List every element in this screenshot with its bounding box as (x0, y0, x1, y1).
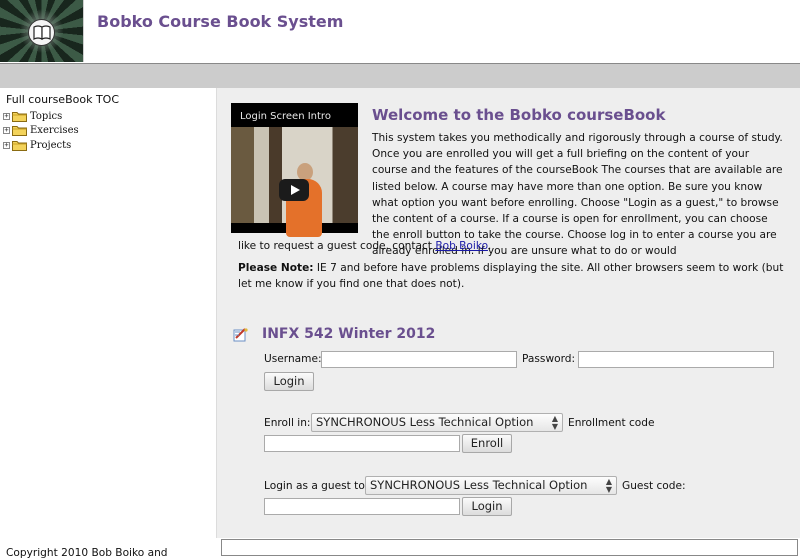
enroll-label: Enroll in: (264, 417, 311, 429)
book-icon (28, 19, 55, 46)
login-button[interactable]: Login (264, 372, 314, 391)
password-input[interactable] (578, 351, 774, 368)
guest-option-value: SYNCHRONOUS Less Technical Option (370, 478, 588, 492)
enroll-button[interactable]: Enroll (462, 434, 512, 453)
username-label: Username: (264, 353, 322, 365)
footer-copyright: Copyright 2010 Bob Boiko and (6, 547, 168, 559)
folder-icon (12, 112, 27, 122)
main-content: Login Screen Intro Welcome to the Bobko … (217, 88, 800, 538)
toc-item-label: Exercises (30, 125, 79, 136)
guest-option-select[interactable]: SYNCHRONOUS Less Technical Option ▲ ▼ (365, 476, 617, 495)
site-logo[interactable] (0, 0, 84, 62)
welcome-text-continued: like to request a guest code. contact Bo… (238, 238, 798, 254)
sidebar-title: Full courseBook TOC (6, 93, 120, 106)
contact-text: like to request a guest code. contact (238, 240, 436, 252)
video-title: Login Screen Intro (240, 111, 331, 122)
folder-icon (12, 126, 27, 136)
toc-item-projects[interactable]: + Projects (3, 139, 71, 152)
guest-login-button[interactable]: Login (462, 497, 512, 516)
intro-video[interactable]: Login Screen Intro (231, 103, 358, 237)
note-label: Please Note: (238, 262, 314, 274)
contact-link[interactable]: Bob Boiko (435, 240, 488, 252)
toc-item-exercises[interactable]: + Exercises (3, 124, 79, 137)
username-input[interactable] (321, 351, 517, 368)
contact-text-end: . (487, 240, 492, 252)
top-nav-bar (0, 63, 800, 89)
expand-icon[interactable]: + (3, 127, 10, 134)
password-label: Password: (522, 353, 576, 365)
guest-label: Login as a guest to: (264, 480, 369, 492)
expand-icon[interactable]: + (3, 113, 10, 120)
enrollment-code-input[interactable] (264, 435, 460, 452)
note-text: IE 7 and before have problems displaying… (238, 262, 784, 291)
guest-code-label: Guest code: (622, 480, 686, 492)
toc-item-topics[interactable]: + Topics (3, 110, 62, 123)
enroll-option-select[interactable]: SYNCHRONOUS Less Technical Option ▲ ▼ (311, 413, 563, 432)
select-caret-icon: ▲ ▼ (551, 414, 558, 431)
video-thumbnail (231, 127, 358, 237)
course-title: INFX 542 Winter 2012 (262, 326, 436, 342)
site-title: Bobko Course Book System (97, 12, 344, 31)
toc-item-label: Topics (30, 111, 63, 122)
toc-item-label: Projects (30, 140, 72, 151)
guest-code-input[interactable] (264, 498, 460, 515)
expand-icon[interactable]: + (3, 142, 10, 149)
select-caret-icon: ▲ ▼ (605, 477, 612, 494)
folder-icon (12, 141, 27, 151)
footer-bar (221, 539, 798, 556)
enrollment-code-label: Enrollment code (568, 417, 655, 429)
play-icon[interactable] (279, 179, 309, 201)
enroll-option-value: SYNCHRONOUS Less Technical Option (316, 415, 534, 429)
course-edit-icon (233, 328, 248, 342)
welcome-title: Welcome to the Bobko courseBook (372, 106, 666, 124)
sidebar-toc: Full courseBook TOC + Topics + Exercises… (0, 88, 217, 538)
browser-note: Please Note: IE 7 and before have proble… (238, 260, 798, 292)
